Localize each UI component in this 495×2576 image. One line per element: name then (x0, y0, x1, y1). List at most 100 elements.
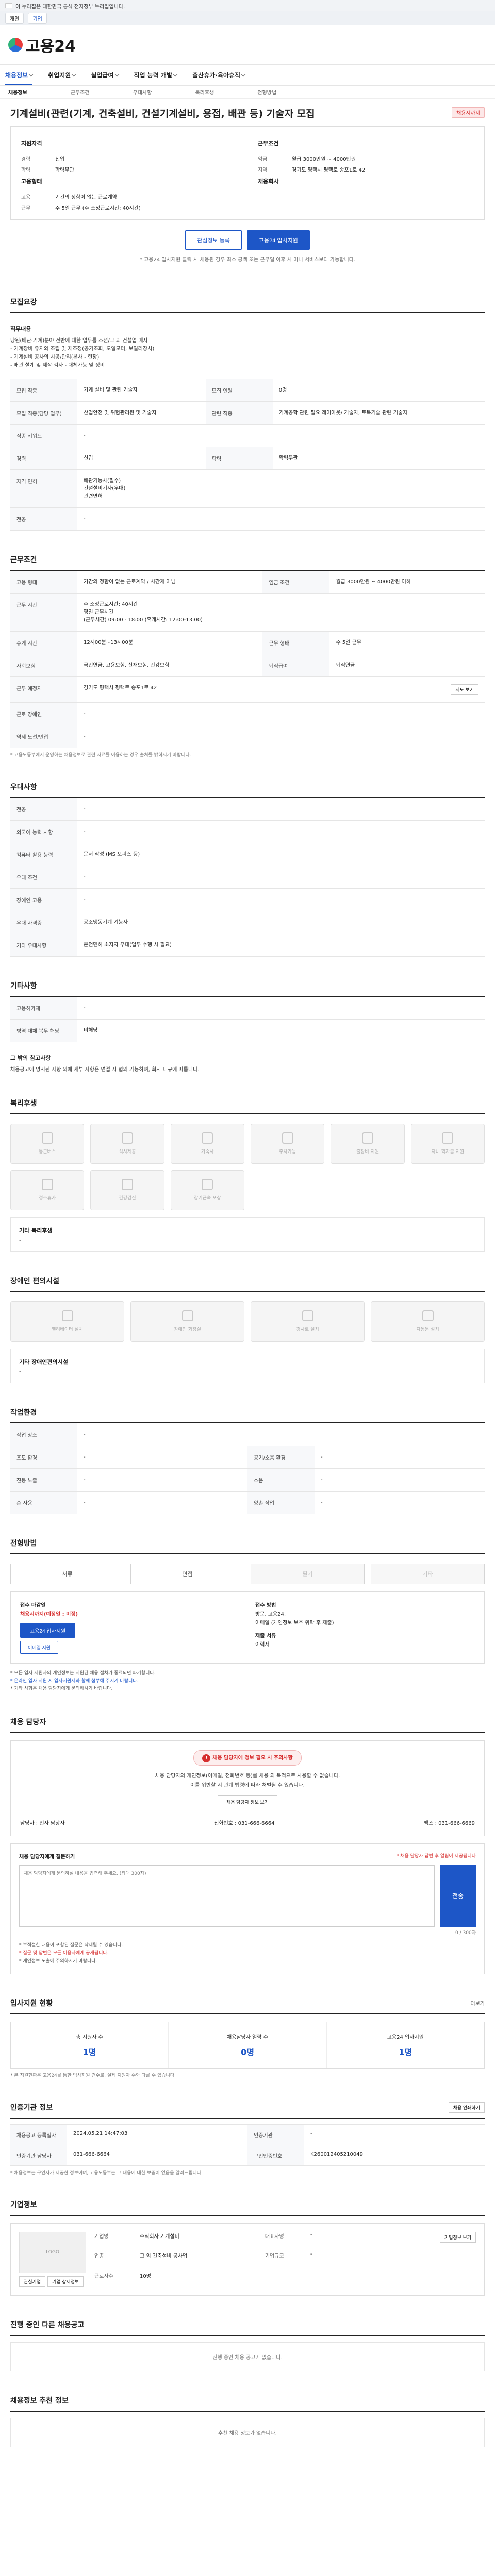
grid-key: 인증기관 담당자 (10, 2145, 67, 2166)
nav-item-support[interactable]: 취업지원 (48, 71, 76, 79)
table-row: 근무 예정지 경기도 평택시 평택로 송포1로 42 지도 보기 (10, 676, 485, 703)
disability-other-label: 기타 장애인편의시설 (19, 1358, 68, 1365)
co-key: 업종 (94, 2253, 104, 2260)
welfare-other-label: 기타 복리후생 (19, 1227, 53, 1234)
chevron-down-icon (72, 72, 76, 77)
table-value: 기간의 정함이 없는 근로계약 / 시간제 아님 (77, 570, 263, 594)
summary-row: 근무 주 5일 근무 (주 소정근로시간: 40시간) (21, 204, 237, 211)
welfare-item: 출장비 지원 (331, 1123, 405, 1164)
nav-item-unemployment[interactable]: 실업급여 (91, 71, 119, 79)
welfare-label: 경조휴가 (39, 1196, 56, 1201)
table-value: 운전면허 소지자 우대(업무 수행 시 필요) (77, 934, 485, 957)
facility-item: 경사로 설치 (251, 1301, 365, 1342)
print-button[interactable]: 채용 인쇄하기 (448, 2102, 485, 2113)
alert-text: 채용 담당자에 정보 필요 시 주의사항 (212, 1755, 293, 1761)
preferences-section: 우대사항 전공 - 외국어 능력 사항 - 컴퓨터 활용 능력 문서 작성 (MS 오… (10, 782, 485, 957)
section-title: 입사지원 현황 더보기 (10, 1998, 485, 2014)
company-info: 기업명 주식회사 기계설비 대표자명 - 업종 그 외 건축설비 공사업 기업규모 - … (94, 2232, 432, 2287)
site-logo[interactable]: 고용24 (8, 33, 76, 56)
send-button[interactable]: 전송 (440, 1865, 476, 1927)
more-link[interactable]: 더보기 (470, 1999, 485, 2007)
table-row: 장애인 고용 - (10, 888, 485, 911)
map-button[interactable]: 지도 보기 (451, 684, 478, 695)
welfare-other: 기타 복리후생 - (10, 1217, 485, 1252)
tab-company[interactable]: 기업 (28, 12, 47, 24)
job-title: 기계설비(관련(기계, 건축설비, 건설기계설비, 용접, 배관 등) 기술자 … (10, 108, 315, 120)
table-key: 손 사용 (10, 1491, 77, 1514)
section-title: 기업정보 (10, 2199, 485, 2216)
alert-icon: ! (202, 1754, 211, 1762)
subnav-welfare[interactable]: 복리후생 (195, 88, 214, 96)
stat-item: 채용담당자 열람 수 0명 (169, 2022, 327, 2068)
show-contact-button[interactable]: 채용 담당자 정보 보기 (217, 1795, 278, 1808)
table-value: 산업안전 및 위험관리원 및 기술자 (77, 401, 206, 425)
table-key: 경력 (10, 447, 77, 470)
co-value: 주식회사 기계설비 (140, 2233, 179, 2240)
tab-individual[interactable]: 개인 (5, 12, 24, 24)
logo-icon (8, 37, 23, 52)
email-apply-button[interactable]: 이메일 지원 (20, 1640, 58, 1654)
job-title-row: 기계설비(관련(기계, 건축설비, 건설기계설비, 용접, 배관 등) 기술자 … (10, 99, 485, 126)
section-title: 모집요강 (10, 297, 485, 313)
welfare-label: 통근버스 (39, 1149, 56, 1155)
summary-value: 학력무관 (55, 167, 74, 173)
table-key: 소음 (248, 1468, 315, 1492)
apply-button-2[interactable]: 고용24 입사지원 (20, 1622, 76, 1638)
contact-fax-label: 팩스 (424, 1820, 434, 1826)
table-key: 컴퓨터 활용 능력 (10, 843, 77, 866)
table-key: 고용허가제 (10, 996, 77, 1020)
inquiry-notes: * 부적절한 내용이 포함된 질문은 삭제될 수 있습니다. * 질문 및 답변… (19, 1942, 476, 1965)
welfare-label: 건강검진 (119, 1196, 136, 1201)
health-icon (121, 1179, 133, 1191)
subnav-recruit[interactable]: 채용정보 (8, 88, 27, 96)
tab-written[interactable]: 필기 (251, 1563, 365, 1584)
tab-other[interactable]: 기타 (371, 1563, 485, 1584)
duty-label: 직무내용 (10, 325, 31, 332)
table-key: 양손 작업 (248, 1491, 315, 1514)
summary-key: 고용 (21, 194, 31, 200)
subnav-conditions[interactable]: 근무조건 (71, 88, 90, 96)
summary-row: 임금 월급 3000만원 ~ 4000만원 (258, 155, 474, 162)
table-key: 학력 (205, 447, 273, 470)
table-value: - (77, 996, 485, 1020)
disability-other-value: - (19, 1368, 21, 1375)
company-box: LOGO 관심기업 기업 상세정보 기업명 주식회사 기계설비 대표자명 - 업종 그… (10, 2223, 485, 2296)
table-row: 모집 직종 기계 설비 및 관련 기술자 모집 인원 0명 (10, 379, 485, 402)
welfare-grid: 통근버스 식사제공 기숙사 주차가능 출장비 지원 자녀 학자금 지원 경조휴가… (10, 1123, 485, 1210)
nav-label: 출산휴가·육아휴직 (192, 72, 241, 79)
conditions-note: * 고용노동부에서 운영하는 채용정보로 관련 자료를 이용하는 경우 출처를 … (10, 752, 191, 758)
save-interest-button[interactable]: 관심정보 등록 (185, 230, 242, 250)
apply-button[interactable]: 고용24 입사지원 (246, 230, 310, 250)
subnav-selection[interactable]: 전형방법 (257, 88, 276, 96)
co-key: 기업명 (94, 2233, 109, 2240)
nav-item-leave[interactable]: 출산휴가·육아휴직 (192, 71, 246, 79)
company-info-button[interactable]: 기업정보 보기 (439, 2231, 476, 2243)
contact-box: ! 채용 담당자에 정보 필요 시 주의사항 채용 담당자의 개인정보(이메일, … (10, 1740, 485, 1836)
subnav-preferences[interactable]: 우대사항 (133, 88, 152, 96)
table-value: 신입 (77, 447, 206, 470)
tab-interview[interactable]: 면접 (130, 1563, 244, 1584)
nav-item-jobs[interactable]: 채용정보 (5, 71, 34, 85)
stat-label: 채용담당자 열람 수 (227, 2034, 268, 2040)
table-key: 역세 노선/인접 (10, 725, 77, 748)
tab-documents[interactable]: 서류 (10, 1563, 124, 1584)
summary-row: 경력 신입 (21, 155, 237, 162)
section-title: 작업환경 (10, 1407, 485, 1423)
summary-row: 학력 학력무관 (21, 165, 237, 173)
table-key: 우대 자격증 (10, 911, 77, 934)
selection-section: 전형방법 서류 면접 필기 기타 접수 마감일 채용시까지(예정일 : 미정) … (10, 1538, 485, 1693)
section-title: 기타사항 (10, 980, 485, 997)
welfare-item: 경조휴가 (10, 1170, 85, 1210)
table-value: - (77, 798, 485, 821)
facility-label: 자동문 설치 (416, 1327, 439, 1333)
nav-item-training[interactable]: 직업 능력 개발 (134, 71, 178, 79)
welfare-item: 자녀 학자금 지원 (410, 1123, 485, 1164)
inquiry-input[interactable] (19, 1865, 435, 1927)
table-row: 우대 자격증 공조냉동기계 기능사 (10, 911, 485, 934)
gov-tabs: 개인 기업 (0, 11, 495, 25)
note-line: * 모든 입사 지원자의 개인정보는 지원된 채용 절차가 종료되면 파기합니다… (10, 1670, 156, 1676)
interest-company-button[interactable]: 관심기업 (19, 2276, 46, 2287)
company-detail-button[interactable]: 기업 상세정보 (47, 2276, 84, 2287)
table-row: 고용 형태 기간의 정함이 없는 근로계약 / 시간제 아님 임금 조건 월급 300… (10, 570, 485, 594)
grid-value: - (304, 2125, 485, 2145)
